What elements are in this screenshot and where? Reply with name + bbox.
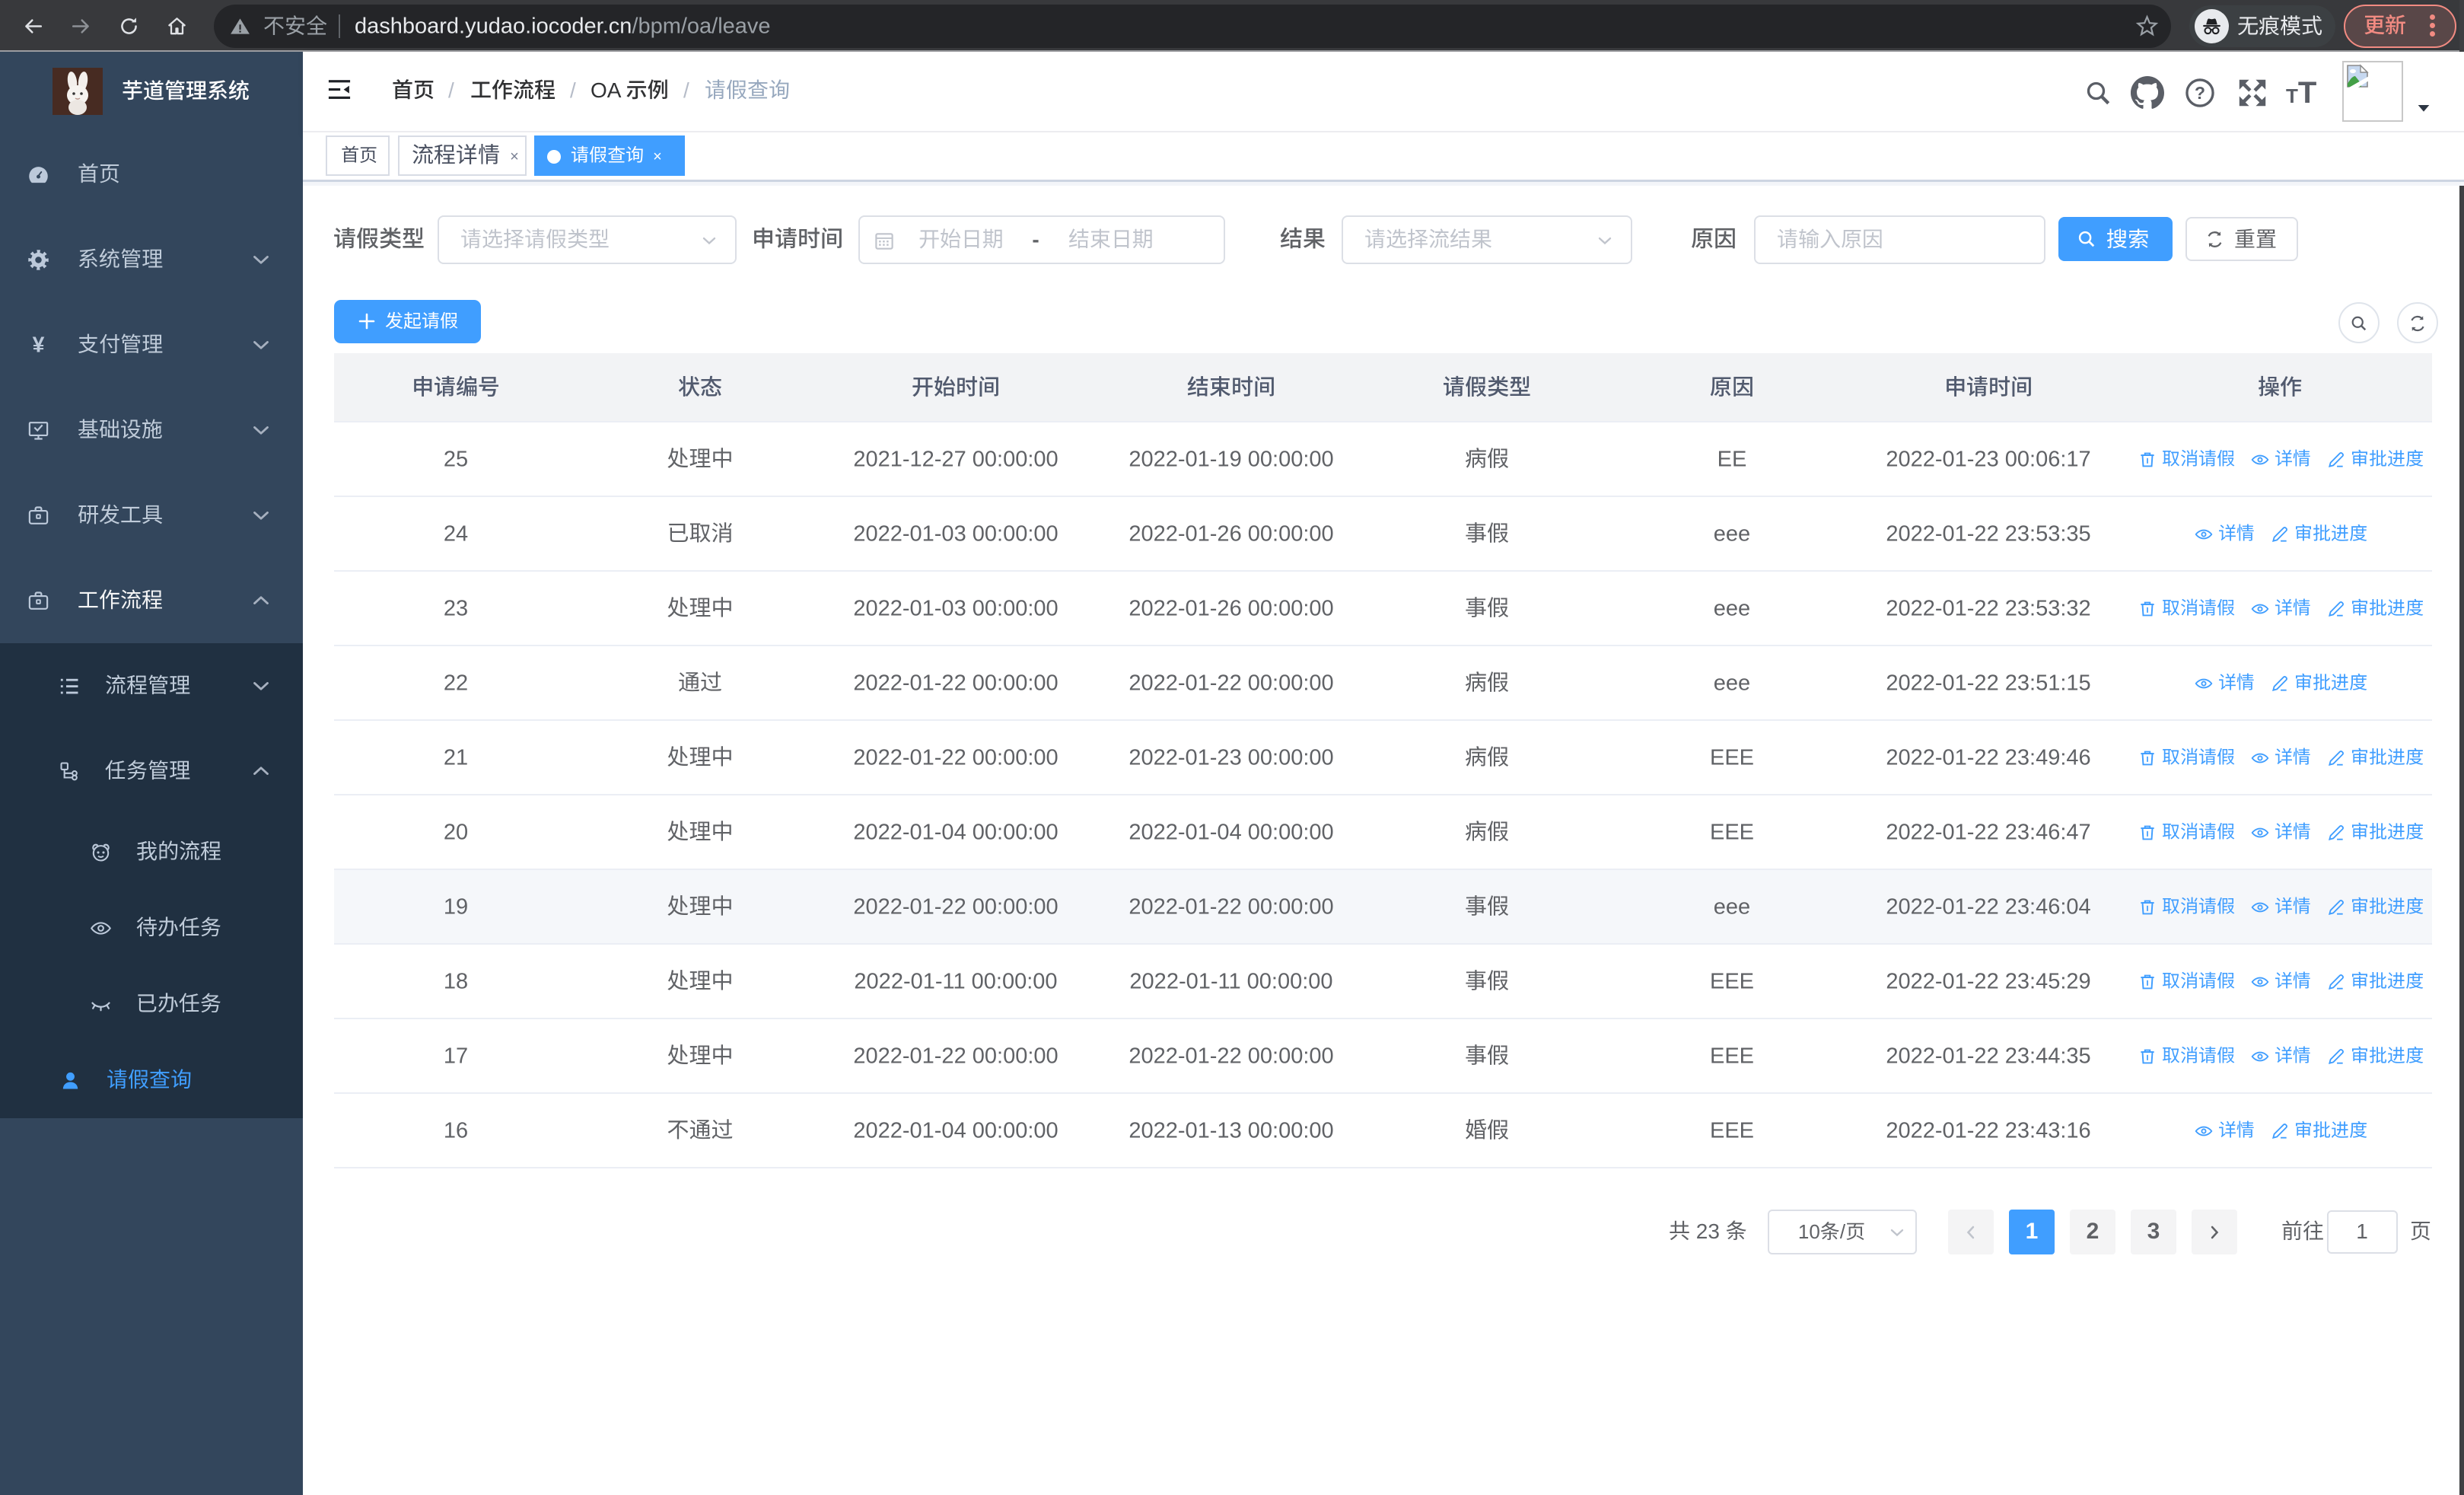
svg-text:?: ?	[2195, 83, 2205, 103]
svg-text:¥: ¥	[33, 333, 45, 357]
